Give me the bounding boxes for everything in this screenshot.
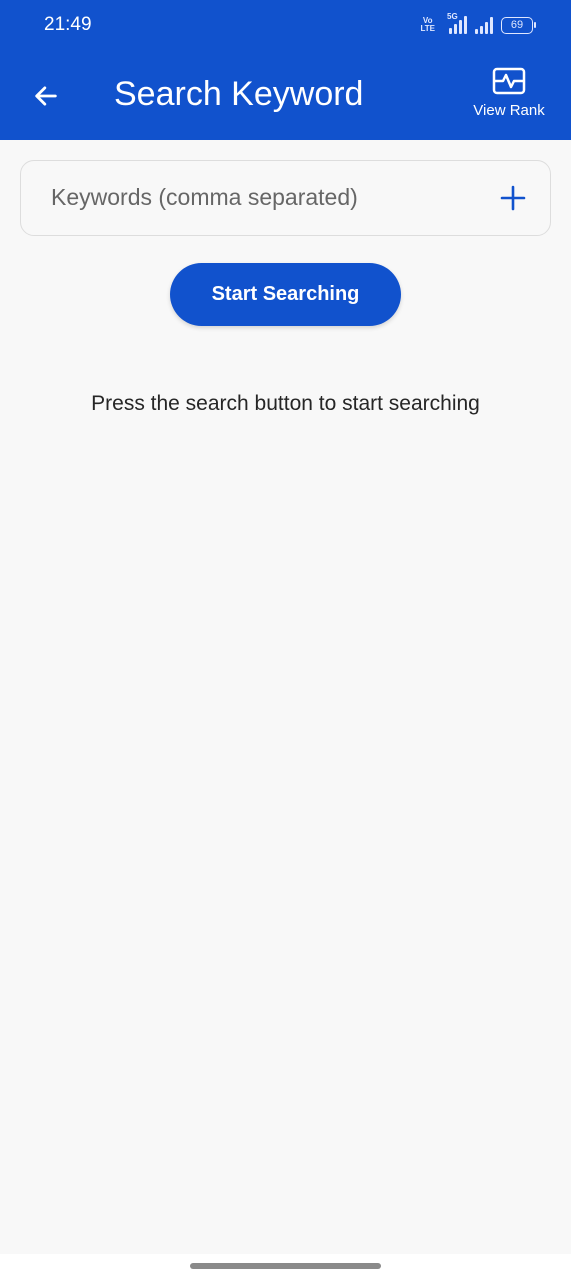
home-indicator[interactable] <box>190 1263 381 1269</box>
5g-label: 5G <box>447 12 458 21</box>
start-searching-button[interactable]: Start Searching <box>170 263 401 326</box>
arrow-left-icon <box>35 86 57 106</box>
app-bar: Search Keyword View Rank <box>0 56 571 140</box>
add-keyword-button[interactable] <box>496 181 530 215</box>
navigation-bar <box>0 1254 571 1280</box>
view-rank-label: View Rank <box>473 102 545 119</box>
keywords-input-container <box>20 160 551 236</box>
volte-icon: Vo LTE <box>420 17 435 33</box>
signal-5g-icon: 5G <box>447 12 467 34</box>
view-rank-button[interactable]: View Rank <box>469 66 549 128</box>
page-title: Search Keyword <box>114 75 364 113</box>
status-time: 21:49 <box>44 14 92 35</box>
volte-label-bottom: LTE <box>420 24 435 33</box>
plus-icon <box>500 185 526 211</box>
back-button[interactable] <box>28 78 64 114</box>
battery-icon: 69 <box>501 16 536 34</box>
status-bar: 21:49 Vo LTE 5G 69 <box>0 0 571 56</box>
empty-state-message: Press the search button to start searchi… <box>91 392 480 415</box>
keywords-input[interactable] <box>51 161 481 234</box>
chart-pulse-icon <box>492 67 526 95</box>
status-icons: Vo LTE 5G 69 <box>420 12 536 36</box>
signal-icon <box>475 16 493 34</box>
